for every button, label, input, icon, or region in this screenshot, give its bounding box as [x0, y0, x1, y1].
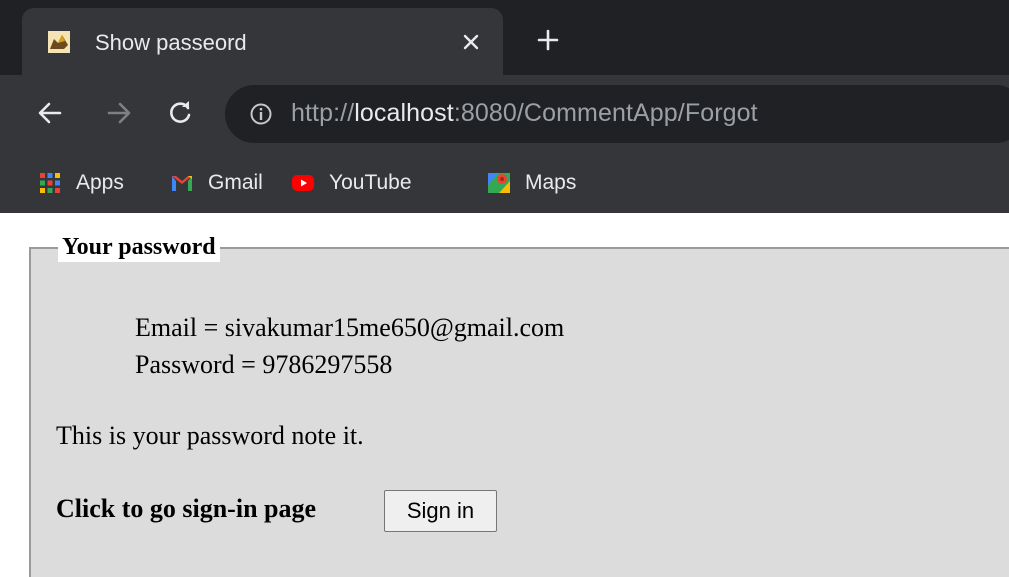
bookmark-youtube[interactable]: YouTube: [291, 168, 412, 198]
tab-active[interactable]: Show passeord: [22, 8, 503, 75]
toolbar: http://localhost:8080/CommentApp/Forgot: [0, 75, 1009, 155]
close-icon[interactable]: [459, 30, 483, 54]
password-note: This is your password note it.: [56, 421, 364, 450]
email-line: Email = sivakumar15me650@gmail.com: [135, 313, 565, 342]
forward-arrow-icon[interactable]: [105, 99, 133, 127]
bookmark-gmail[interactable]: Gmail: [170, 168, 263, 198]
password-line: Password = 9786297558: [135, 350, 393, 379]
youtube-icon: [292, 175, 314, 191]
address-bar[interactable]: http://localhost:8080/CommentApp/Forgot: [225, 85, 1009, 143]
url-path: :8080/CommentApp/Forgot: [453, 99, 758, 127]
maps-icon: [488, 173, 510, 193]
tomcat-icon: [48, 31, 70, 53]
fieldset-legend: Your password: [58, 232, 220, 262]
back-arrow-icon[interactable]: [36, 99, 64, 127]
bookmarks-bar: Apps Gmail YouTube Maps: [0, 155, 1009, 213]
signin-button[interactable]: Sign in: [384, 490, 497, 532]
bookmark-label: Apps: [76, 171, 124, 194]
bookmark-maps[interactable]: Maps: [487, 168, 576, 198]
tab-strip: Show passeord: [0, 0, 1009, 75]
apps-grid-icon: [40, 173, 60, 193]
bookmark-label: YouTube: [329, 171, 412, 194]
new-tab-icon[interactable]: [536, 28, 560, 52]
password-fieldset: [29, 247, 1009, 577]
bookmark-apps[interactable]: Apps: [38, 168, 124, 198]
browser-chrome: Show passeord http://localhost:8080/Comm…: [0, 0, 1009, 213]
bookmark-label: Maps: [525, 171, 577, 194]
info-icon[interactable]: [249, 102, 273, 126]
gmail-icon: [172, 176, 192, 191]
url-host: localhost: [354, 99, 454, 127]
tab-title: Show passeord: [95, 30, 247, 55]
reload-icon[interactable]: [166, 99, 194, 127]
url-text[interactable]: http://localhost:8080/CommentApp/Forgot: [291, 99, 758, 128]
url-scheme: http://: [291, 99, 355, 127]
signin-prompt: Click to go sign-in page: [56, 494, 317, 523]
bookmark-label: Gmail: [208, 171, 263, 194]
